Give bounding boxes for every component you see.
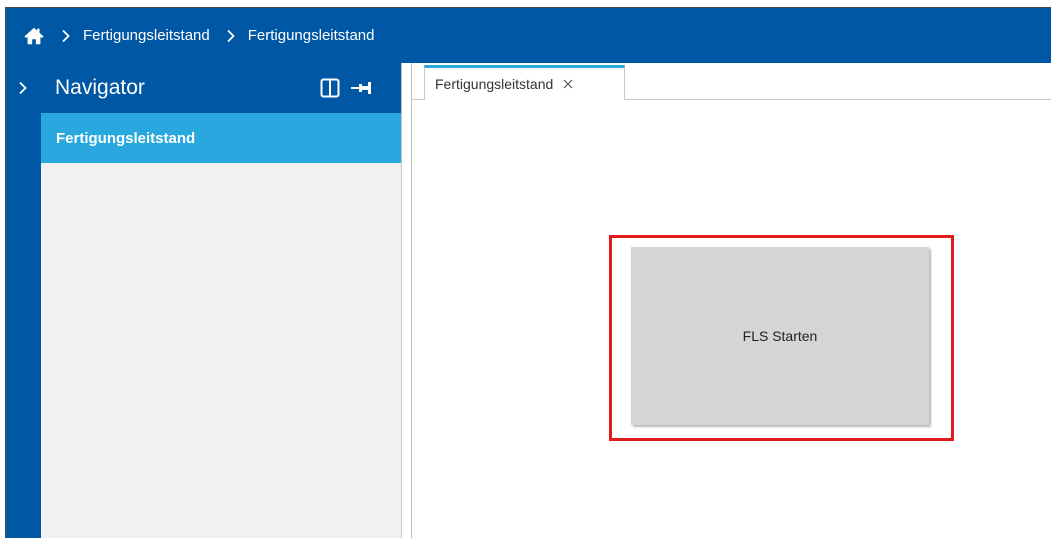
breadcrumb-item-2[interactable]: Fertigungsleitstand — [248, 27, 375, 44]
pin-icon[interactable] — [350, 78, 372, 98]
home-icon[interactable] — [23, 25, 45, 47]
close-icon[interactable] — [563, 79, 573, 89]
tab-fertigungsleitstand[interactable]: Fertigungsleitstand — [424, 65, 625, 100]
navigator-collapse-strip — [6, 63, 41, 538]
navigator-item-label: Fertigungsleitstand — [56, 129, 196, 147]
breadcrumb-item-1[interactable]: Fertigungsleitstand — [83, 27, 210, 44]
tab-strip: Fertigungsleitstand — [412, 63, 1051, 100]
fls-start-button-label: FLS Starten — [742, 328, 818, 344]
navigator-header: Navigator — [41, 63, 402, 113]
chevron-right-icon[interactable] — [16, 81, 30, 95]
split-view-icon[interactable] — [320, 78, 340, 98]
chevron-right-icon — [227, 29, 235, 42]
tab-label: Fertigungsleitstand — [435, 76, 554, 92]
fls-start-button[interactable]: FLS Starten — [631, 247, 929, 425]
chevron-right-icon — [62, 29, 70, 42]
navigator-panel: Navigator Fertigungsleitstand — [41, 63, 402, 538]
divider — [401, 63, 402, 538]
navigator-item-fertigungsleitstand[interactable]: Fertigungsleitstand — [41, 113, 402, 163]
panel-splitter[interactable] — [402, 63, 411, 538]
navigator-title: Navigator — [55, 76, 145, 99]
top-bar: Fertigungsleitstand Fertigungsleitstand — [6, 8, 1051, 63]
